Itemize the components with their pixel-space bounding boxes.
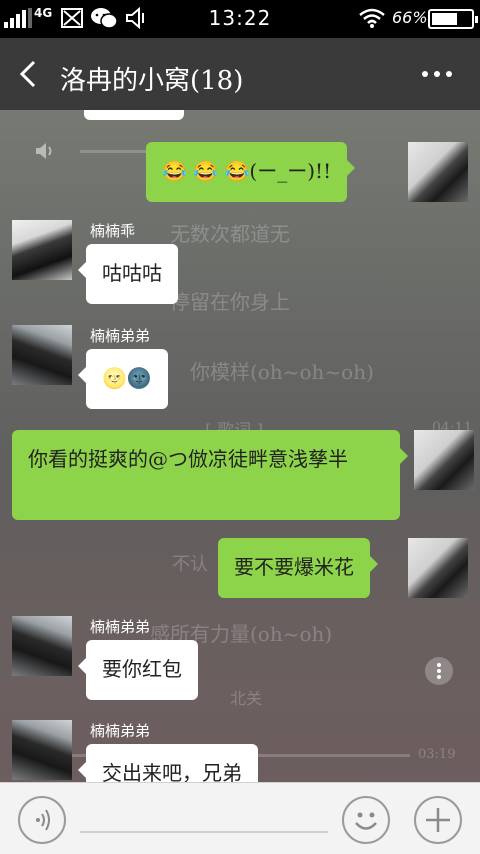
message-bubble-partial [84, 110, 184, 120]
self-avatar[interactable] [408, 142, 468, 202]
lyric-line: 不认 [172, 554, 208, 575]
status-bar: 4G 13:22 66% [0, 0, 480, 38]
chat-header: 洛冉的小窝(18) [0, 38, 480, 110]
chat-title: 洛冉的小窝(18) [60, 66, 244, 96]
more-icon[interactable] [420, 64, 454, 84]
message-bubble[interactable]: 咕咕咕 [78, 244, 178, 304]
volume-slider [80, 150, 150, 153]
boy-avatar[interactable] [12, 325, 72, 385]
message-input[interactable] [80, 831, 328, 833]
sender-name: 楠楠弟弟 [90, 618, 151, 636]
lyric-line: 停留在你身上 [170, 290, 290, 314]
emoji-button[interactable] [342, 796, 390, 844]
player-time: 03:19 [418, 747, 456, 762]
message-bubble[interactable]: 你看的挺爽的@つ倣凉徒畔意浅孳半 [12, 430, 408, 520]
boy-avatar[interactable] [12, 616, 72, 676]
battery-icon [428, 9, 478, 29]
message-bubble[interactable]: 要不要爆米花 [218, 538, 378, 598]
chevron-left-icon[interactable] [14, 58, 44, 90]
plus-icon [426, 808, 450, 832]
lyric-line: 你模样(oh~oh~oh) [190, 360, 374, 384]
message-list[interactable]: 无数次都道无 停留在你身上 你模样(oh~oh~oh) [ 歌词 ] 不认 感所… [0, 110, 480, 782]
volume-icon [36, 143, 52, 159]
lyric-line: 无数次都道无 [170, 222, 290, 246]
message-bubble[interactable]: 要你红包 [78, 640, 198, 700]
message-bubble[interactable]: 😂 😂 😂(ー_ー)!! [146, 142, 356, 202]
sender-name: 楠楠弟弟 [90, 722, 151, 740]
voice-icon [36, 809, 50, 831]
lyric-line: 北关 [230, 689, 263, 708]
sender-name: 楠楠弟弟 [90, 327, 151, 345]
message-bubble[interactable]: 🌝🌚 [78, 349, 168, 409]
plus-button[interactable] [414, 796, 462, 844]
sender-name: 楠楠乖 [90, 222, 136, 240]
self-avatar[interactable] [408, 538, 468, 598]
self-avatar[interactable] [414, 430, 474, 490]
boy-avatar[interactable] [12, 720, 72, 780]
emoji-icon [355, 812, 377, 830]
more-dots-icon [425, 657, 453, 685]
battery-percent: 66% [392, 8, 428, 27]
wifi-icon [359, 8, 385, 28]
input-bar [0, 782, 480, 854]
message-bubble[interactable]: 交出来吧，兄弟 [78, 744, 258, 782]
voice-button[interactable] [18, 796, 66, 844]
girl-avatar[interactable] [12, 220, 72, 280]
